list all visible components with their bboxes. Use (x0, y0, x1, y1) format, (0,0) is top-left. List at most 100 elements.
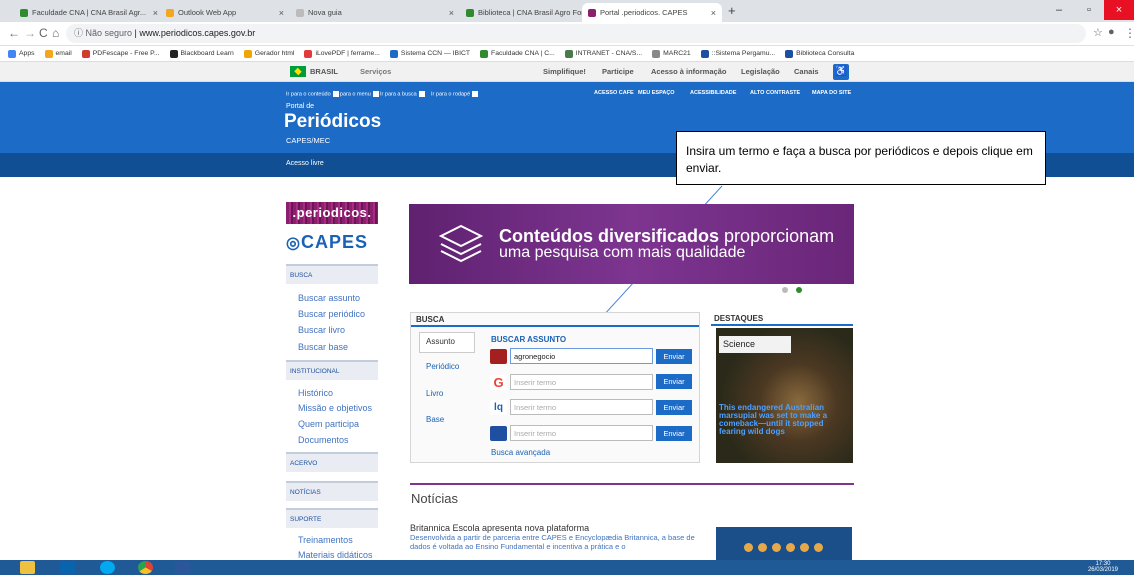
hero-banner[interactable]: Conteúdos diversificados proporcionam um… (409, 204, 854, 284)
carousel-dot[interactable] (782, 287, 788, 293)
input-placeholder: Inserir termo (514, 378, 557, 387)
new-tab-button[interactable]: + (728, 3, 736, 18)
gov-brasil-link[interactable]: BRASIL (310, 67, 338, 76)
bookmark-blackboard[interactable]: Blackboard Learn (169, 49, 234, 58)
bookmark-faculdade[interactable]: Faculdade CNA | C... (480, 49, 555, 58)
advanced-search-link[interactable]: Busca avançada (491, 448, 550, 457)
security-indicator[interactable]: ⓘ Não seguro (74, 28, 132, 38)
gov-acesso-link[interactable]: Acesso à informação (651, 67, 726, 76)
highlight-caption[interactable]: This endangered Australian marsupial was… (719, 404, 847, 436)
dot-icon (772, 543, 781, 552)
tab-assunto[interactable]: Assunto (419, 332, 475, 353)
alto-contraste-link[interactable]: ALTO CONTRASTE (750, 90, 800, 96)
sidebar-buscar-livro[interactable]: Buscar livro (298, 325, 345, 335)
sidebar-suporte-header[interactable]: SUPORTE (286, 508, 378, 528)
gov-canais-link[interactable]: Canais (794, 67, 819, 76)
bookmark-gerador[interactable]: Gerador html (243, 49, 294, 58)
close-tab-icon[interactable]: × (279, 8, 284, 18)
google-search-input[interactable]: Inserir termo (510, 374, 653, 390)
bookmark-email[interactable]: email (44, 49, 72, 58)
cna-icon (480, 49, 489, 58)
site-title[interactable]: Periódicos (284, 111, 381, 133)
close-tab-icon[interactable]: × (711, 8, 716, 18)
profile-icon[interactable]: ● (1108, 26, 1115, 38)
accessibility-icon[interactable]: ♿ (833, 64, 849, 80)
tab-livro[interactable]: Livro (426, 389, 482, 398)
send-button-ebsco[interactable]: Enviar (656, 426, 692, 441)
sidebar-acervo-header[interactable]: ACERVO (286, 452, 378, 472)
close-window-icon[interactable]: × (1104, 0, 1134, 20)
maximize-icon[interactable]: ▫ (1074, 0, 1104, 20)
skip-search-link[interactable]: Ir para a busca (380, 91, 425, 97)
tab-biblioteca[interactable]: Biblioteca | CNA Brasil Agro For...× (460, 3, 590, 22)
sidebar-historico[interactable]: Histórico (298, 388, 333, 398)
ebsco-search-input[interactable]: Inserir termo (510, 425, 653, 441)
send-button-google[interactable]: Enviar (656, 374, 692, 389)
sidebar-materiais[interactable]: Materiais didáticos (298, 550, 373, 560)
sidebar-buscar-base[interactable]: Buscar base (298, 342, 348, 352)
subject-search-input[interactable]: agronegocio (510, 348, 653, 364)
gov-servicos-link[interactable]: Serviços (360, 67, 391, 76)
carousel-dot-active[interactable] (796, 287, 802, 293)
gov-simplifique-link[interactable]: Simplifique! (543, 67, 586, 76)
skype-icon[interactable] (100, 561, 115, 574)
sidebar-quem-participa[interactable]: Quem participa (298, 419, 359, 429)
sidebar-missao[interactable]: Missão e objetivos (298, 403, 372, 413)
bookmark-marc21[interactable]: MARC21 (652, 49, 691, 58)
skip-footer-link[interactable]: Ir para o rodapé (431, 91, 479, 97)
url-field[interactable]: ⓘ Não seguro | www.periodicos.capes.gov.… (66, 24, 1086, 43)
news-image[interactable] (716, 527, 852, 563)
reload-icon[interactable]: C (39, 26, 48, 40)
tab-periodico[interactable]: Periódico (426, 362, 482, 371)
periodicos-logo[interactable]: .periodicos. (286, 202, 378, 224)
forward-icon[interactable]: → (24, 26, 36, 40)
sidebar-documentos[interactable]: Documentos (298, 435, 349, 445)
back-icon[interactable]: ← (8, 26, 20, 40)
sidebar-buscar-assunto[interactable]: Buscar assunto (298, 293, 360, 303)
chrome-icon[interactable] (138, 561, 153, 574)
minimize-icon[interactable]: – (1044, 0, 1074, 20)
capes-logo[interactable]: ◎CAPES (286, 232, 382, 256)
bookmark-star-icon[interactable]: ☆ (1093, 26, 1103, 39)
menu-icon[interactable]: ⋮ (1124, 26, 1134, 40)
bookmark-pergamum[interactable]: ::Sistema Pergamu... (700, 49, 775, 58)
sidebar-noticias-header[interactable]: NOTÍCIAS (286, 481, 378, 501)
news-body[interactable]: Desenvolvida a partir de parceria entre … (410, 533, 705, 551)
home-icon[interactable]: ⌂ (52, 26, 59, 40)
sidebar-treinamentos[interactable]: Treinamentos (298, 535, 353, 545)
bookmark-biblioteca[interactable]: Biblioteca Consulta (785, 49, 854, 58)
acessibilidade-link[interactable]: ACESSIBILIDADE (690, 90, 736, 96)
sidebar-institucional-header[interactable]: INSTITUCIONAL (286, 360, 378, 380)
tab-capes[interactable]: Portal .periodicos. CAPES × (582, 3, 722, 22)
system-clock[interactable]: 17:30 26/03/2019 (1088, 561, 1118, 573)
word-icon[interactable] (175, 561, 190, 574)
sidebar-busca-header[interactable]: BUSCA (286, 264, 378, 284)
outlook-icon[interactable] (60, 561, 75, 574)
tab-faculdade[interactable]: Faculdade CNA | CNA Brasil Agr... × (14, 3, 164, 22)
skip-menu-link[interactable]: Ir para o menu (335, 91, 379, 97)
send-button-capes[interactable]: Enviar (656, 349, 692, 364)
bookmark-ilovepdf[interactable]: iLovePDF | ferrame... (304, 49, 380, 58)
bookmark-pdfescape[interactable]: PDFescape - Free P... (81, 49, 160, 58)
library-search-input[interactable]: Inserir termo (510, 399, 653, 415)
news-headline[interactable]: Britannica Escola apresenta nova platafo… (410, 523, 589, 533)
sidebar-buscar-periodico[interactable]: Buscar periódico (298, 309, 365, 319)
news-section-title: Notícias (410, 483, 854, 511)
acesso-cafe-link[interactable]: ACESSO CAFE (594, 90, 634, 96)
skip-content-link[interactable]: Ir para o conteúdo (286, 91, 339, 97)
mapa-site-link[interactable]: MAPA DO SITE (812, 90, 851, 96)
tab-nova-guia[interactable]: Nova guia × (290, 3, 460, 22)
gov-legislacao-link[interactable]: Legislação (741, 67, 780, 76)
bookmark-ccn[interactable]: Sistema CCN — IBICT (389, 49, 470, 58)
file-explorer-icon[interactable] (20, 561, 35, 574)
close-tab-icon[interactable]: × (449, 8, 454, 18)
dot-icon (814, 543, 823, 552)
send-button-library[interactable]: Enviar (656, 400, 692, 415)
meu-espaco-link[interactable]: MEU ESPAÇO (638, 90, 675, 96)
gov-participe-link[interactable]: Participe (602, 67, 634, 76)
tab-base[interactable]: Base (426, 415, 482, 424)
bookmark-intranet[interactable]: INTRANET - CNA/S... (564, 49, 642, 58)
tab-outlook[interactable]: Outlook Web App × (160, 3, 290, 22)
bookmark-apps[interactable]: Apps (8, 49, 35, 58)
close-tab-icon[interactable]: × (153, 8, 158, 18)
